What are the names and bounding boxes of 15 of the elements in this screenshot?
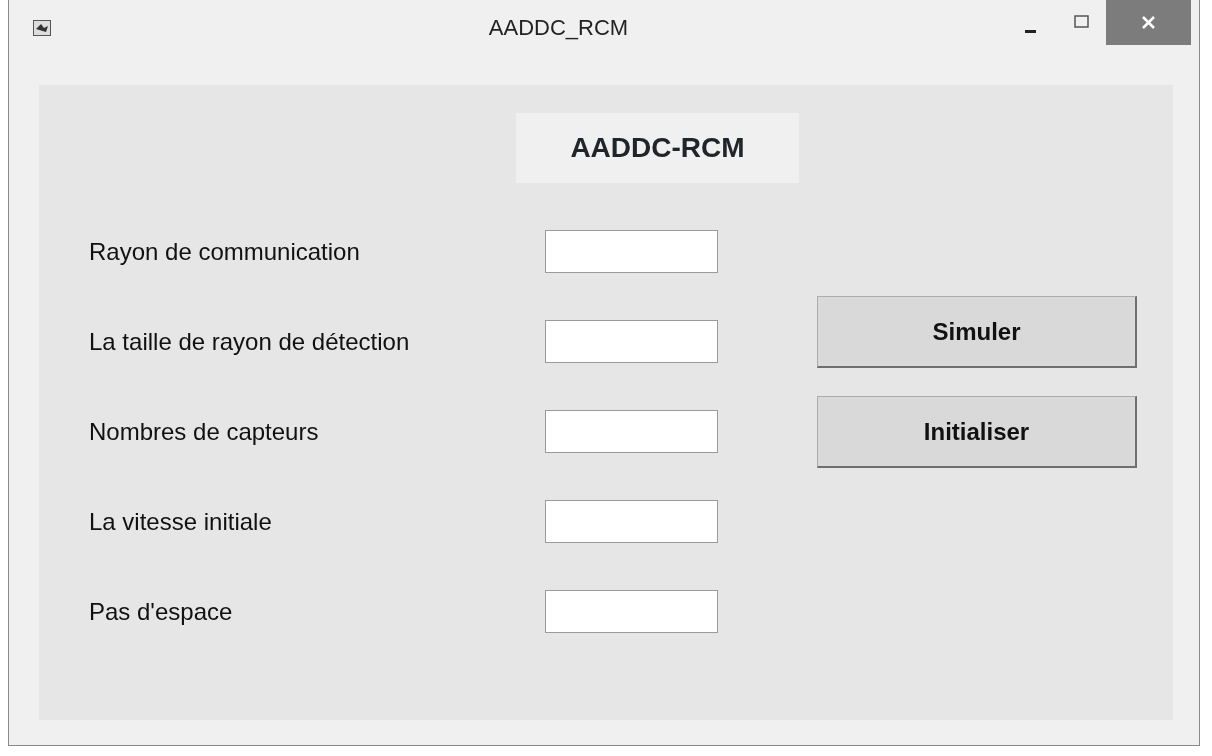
field-label: Pas d'espace [89, 596, 234, 627]
input-field[interactable] [545, 590, 718, 633]
field-label: La vitesse initiale [89, 506, 273, 537]
input-field[interactable] [545, 230, 718, 273]
input-field[interactable] [545, 500, 718, 543]
app-icon[interactable] [33, 19, 51, 36]
input-field[interactable] [545, 320, 718, 363]
form-heading: AADDC-RCM [516, 113, 799, 183]
field-label: Nombres de capteurs [89, 416, 320, 447]
field-label: La taille de rayon de détection [89, 326, 411, 357]
window-title: AADDC_RCM [488, 16, 629, 39]
reset-button[interactable]: Initialiser [817, 396, 1137, 468]
field-label: Rayon de communication [89, 236, 361, 267]
simulate-button[interactable]: Simuler [817, 296, 1137, 368]
input-field[interactable] [545, 410, 718, 453]
